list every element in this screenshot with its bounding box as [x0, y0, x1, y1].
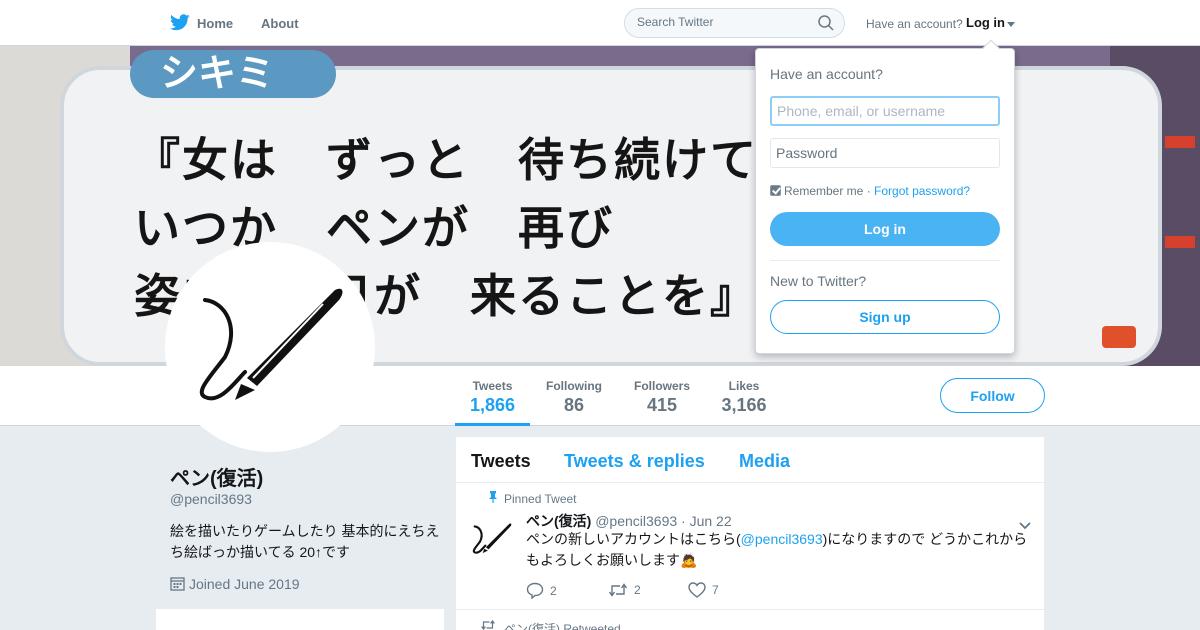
banner-text-line: 『女は ずっと 待ち続けてい — [134, 134, 806, 186]
stat-tweets[interactable]: Tweets 1,866 — [470, 379, 515, 416]
heart-icon — [688, 582, 706, 598]
login-dropdown-title: Have an account? — [770, 66, 883, 82]
retweet-context: ペン(復活) Retweeted — [481, 619, 621, 630]
joined-date: Joined June 2019 — [170, 576, 300, 594]
profile-name[interactable]: ペン(復活) — [170, 462, 263, 491]
stat-label: Followers — [633, 379, 690, 393]
tweet-header: ペン(復活) @pencil3693 · Jun 22 — [526, 511, 732, 531]
joined-date-text: Joined June 2019 — [189, 576, 300, 592]
stat-value: 86 — [563, 395, 585, 415]
profile-handle[interactable]: @pencil3693 — [170, 491, 252, 507]
profile-avatar[interactable] — [165, 242, 375, 452]
tweet-author-handle[interactable]: @pencil3693 — [595, 513, 677, 529]
remember-me-label[interactable]: Remember me — [784, 184, 863, 198]
tab-tweets[interactable]: Tweets — [471, 451, 531, 472]
separator-dot: · — [866, 184, 871, 198]
forgot-password-link[interactable]: Forgot password? — [874, 184, 970, 198]
stat-value: 3,166 — [721, 395, 767, 415]
nav-home-link[interactable]: Home — [197, 16, 233, 31]
new-to-twitter-text: New to Twitter? — [770, 273, 867, 289]
search-box — [624, 8, 845, 38]
pinned-tweet-label: Pinned Tweet — [504, 492, 577, 506]
banner-decoration — [1102, 326, 1136, 348]
retweet-icon — [480, 619, 496, 630]
dropdown-divider — [770, 260, 1000, 261]
banner-name-tag: シキミ — [130, 50, 336, 98]
search-icon[interactable] — [818, 15, 834, 36]
pen-drawing-icon — [472, 523, 512, 554]
username-field[interactable] — [770, 96, 1000, 126]
timeline-tabs: Tweets Tweets & replies Media — [456, 437, 1044, 483]
tweet-divider — [456, 609, 1044, 610]
nav-about-link[interactable]: About — [261, 16, 299, 31]
like-button[interactable]: 7 — [688, 582, 719, 598]
active-stat-underline — [455, 423, 530, 426]
follow-button[interactable]: Follow — [940, 378, 1045, 413]
pin-icon — [488, 491, 498, 506]
stat-followers[interactable]: Followers 415 — [632, 379, 692, 416]
tweet-text: ペンの新しいアカウントはこちら(@pencil3693)になりますので どうかこ… — [526, 529, 1031, 571]
reply-icon — [526, 582, 544, 600]
banner-decoration — [1165, 236, 1195, 248]
retweet-icon — [608, 583, 628, 597]
top-navigation-bar: Home About Have an account? Log in — [0, 0, 1200, 46]
stat-value: 1,866 — [470, 395, 516, 415]
login-menu-link[interactable]: Log in — [966, 15, 1005, 30]
retweeted-label[interactable]: ペン(復活) Retweeted — [504, 622, 621, 630]
login-dropdown: Have an account? Remember me · Forgot pa… — [755, 39, 1015, 354]
retweet-button[interactable]: 2 — [608, 582, 641, 598]
stat-likes[interactable]: Likes 3,166 — [721, 379, 767, 416]
tweet-date[interactable]: · Jun 22 — [681, 513, 732, 529]
tweet-author-avatar[interactable] — [472, 519, 512, 559]
tab-tweets-and-replies[interactable]: Tweets & replies — [564, 451, 705, 472]
stat-label: Likes — [728, 379, 760, 393]
remember-row: Remember me · Forgot password? — [770, 184, 970, 198]
banner-text-line: いつか ペンが 再び — [134, 202, 614, 254]
stat-label: Following — [546, 379, 602, 393]
tweet-mention-link[interactable]: @pencil3693 — [741, 531, 823, 547]
tab-media[interactable]: Media — [739, 451, 790, 472]
tweet-text-part: ペンの新しいアカウントはこちら( — [526, 531, 741, 547]
login-button[interactable]: Log in — [770, 212, 1000, 246]
sidebar-card — [156, 609, 444, 630]
search-input[interactable] — [637, 15, 807, 29]
reply-button[interactable]: 2 — [526, 582, 557, 600]
stat-following[interactable]: Following 86 — [544, 379, 604, 416]
account-question-text: Have an account? — [866, 17, 963, 31]
pen-drawing-icon — [199, 288, 343, 401]
retweet-count: 2 — [634, 583, 641, 597]
stat-label: Tweets — [472, 379, 513, 393]
reply-count: 2 — [550, 584, 557, 598]
password-field[interactable] — [770, 138, 1000, 168]
pinned-tweet-context: Pinned Tweet — [489, 491, 577, 506]
calendar-icon — [170, 576, 185, 594]
stat-value: 415 — [646, 395, 678, 415]
tweet-author-name[interactable]: ペン(復活) — [526, 513, 591, 529]
banner-decoration — [1165, 136, 1195, 148]
twitter-bird-icon[interactable] — [170, 14, 190, 36]
signup-button[interactable]: Sign up — [770, 300, 1000, 334]
timeline: Tweets Tweets & replies Media Pinned Twe… — [456, 437, 1044, 630]
remember-me-checkbox[interactable] — [770, 185, 781, 196]
like-count: 7 — [712, 583, 719, 597]
chevron-down-icon[interactable] — [1007, 22, 1015, 27]
profile-bio: 絵を描いたりゲームしたり 基本的にえちえち絵ばっか描いてる 20↑です — [170, 523, 440, 560]
